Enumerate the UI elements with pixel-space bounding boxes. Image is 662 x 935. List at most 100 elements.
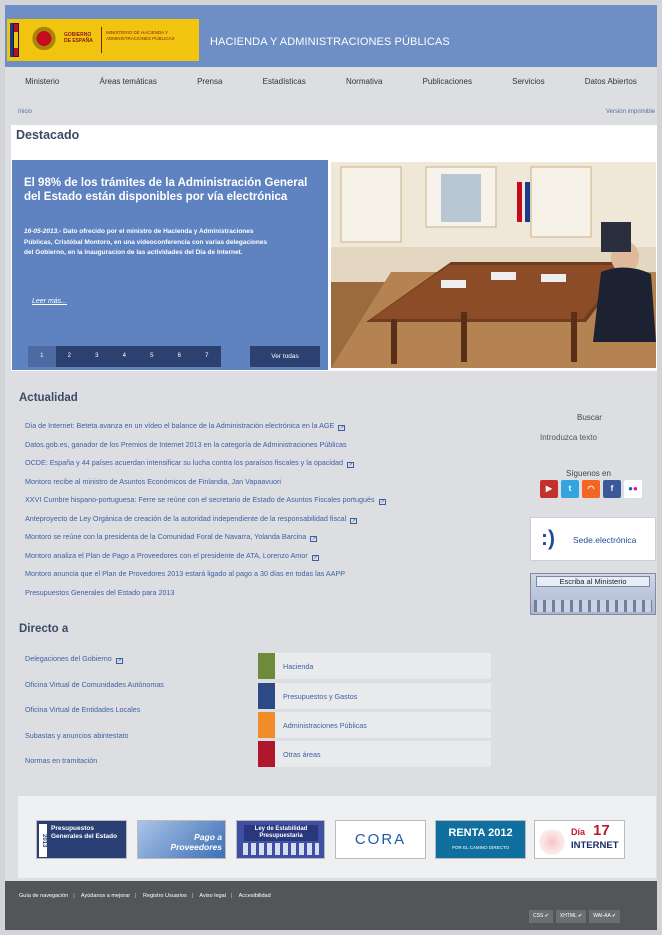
direct-link[interactable]: Oficina Virtual de Comunidades Autónomas [25,680,245,706]
feature-headline[interactable]: El 98% de los trámites de la Administrac… [24,177,314,204]
banner-cora[interactable]: CORA [335,820,426,859]
pager-item[interactable]: 6 [165,346,193,367]
rss-icon[interactable]: ◠ [582,480,600,498]
pager-item[interactable]: 2 [55,346,83,367]
banner-ley-estabilidad[interactable]: Ley de Estabilidad Presupuestaria [236,820,325,859]
nav-item-servicios[interactable]: Servicios [512,77,544,86]
banner-dia-word: Día [571,827,586,837]
footer-separator: | [191,893,194,899]
nav-item-prensa[interactable]: Prensa [197,77,222,86]
news-item[interactable]: Montoro recibe al ministro de Asuntos Ec… [25,477,455,496]
banner-pago-label: Pago a Proveedores [170,832,223,852]
nav-item-normativa[interactable]: Normativa [346,77,382,86]
css-badge[interactable]: CSS ✔ [529,910,553,923]
coat-of-arms-icon [31,25,57,55]
category-swatch [258,653,275,679]
sede-logo-icon: :) [541,527,555,550]
directo-title: Directo a [19,623,69,635]
footer-link-guia[interactable]: Guía de navegación [19,893,68,899]
xhtml-badge[interactable]: XHTML ✔ [555,910,587,923]
category-label: Hacienda [283,662,314,671]
flickr-icon[interactable]: ●● [624,480,642,498]
banner-pge-year: 2013 [39,824,47,857]
header: GOBIERNO DE ESPAÑA MINISTERIO DE HACIEND… [5,5,657,67]
news-item[interactable]: OCDE: España y 44 países acuerdan intens… [25,458,455,477]
direct-links: Delegaciones del Gobierno ↗ Oficina Virtu… [25,654,245,782]
news-item-label: Montoro se reúne con la presidenta de la… [25,532,307,541]
external-link-icon: ↗ [338,425,346,431]
site-title[interactable]: HACIENDA Y ADMINISTRACIONES PÚBLICAS [210,36,450,48]
news-item[interactable]: Montoro analiza el Plan de Pago a Provee… [25,551,455,570]
external-link-icon: ↗ [378,499,386,505]
direct-link-label: Oficina Virtual de Comunidades Autónomas [25,679,164,689]
banner-dia-number: 17 [593,822,610,839]
footer-link-accesibilidad[interactable]: Accesibilidad [239,893,271,899]
category-administraciones[interactable]: Administraciones Públicas [258,712,491,738]
direct-link[interactable]: Oficina Virtual de Entidades Locales [25,705,245,731]
category-swatch [258,683,275,709]
category-otras[interactable]: Otras áreas [258,741,491,767]
banner-pago-proveedores[interactable]: Pago a Proveedores [137,820,226,859]
nav-item-areas[interactable]: Áreas temáticas [100,77,157,86]
direct-link[interactable]: Subastas y anuncios abintestato [25,731,245,757]
category-swatch [258,741,275,767]
escriba-ministerio-banner[interactable]: Escriba al Ministerio [530,573,656,615]
direct-link-label: Normas en tramitación [25,756,98,765]
pager-item[interactable]: 1 [28,346,56,367]
feature-photo[interactable] [331,162,656,368]
footer-link-registro[interactable]: Registro Usuarios [143,893,187,899]
direct-link-label: Subastas y anuncios abintestato [25,730,129,740]
breadcrumb[interactable]: Inicio [18,109,32,115]
print-version-link[interactable]: Versión imprimible [606,109,655,115]
news-item-label: Anteproyecto de Ley Orgánica de creación… [25,513,347,523]
ministerio-label: MINISTERIO DE HACIENDA Y ADMINISTRACIONE… [106,30,175,41]
banner-presupuestos[interactable]: 2013 Presupuestos Generales del Estado [36,820,127,859]
banner-dia-internet[interactable]: Día 17 INTERNET [534,820,625,859]
news-item-label: Montoro anuncia que el Plan de Provedore… [25,569,346,578]
banner-dia-internet-label: INTERNET [571,840,619,851]
news-item[interactable]: Montoro se reúne con la presidenta de la… [25,532,455,551]
pager-item[interactable]: 5 [138,346,166,367]
direct-link[interactable]: Delegaciones del Gobierno ↗ [25,654,245,680]
footer-link-ayudanos[interactable]: Ayúdanos a mejorar [81,893,130,899]
nav-item-publicaciones[interactable]: Publicaciones [423,77,472,86]
nav-item-estadisticas[interactable]: Estadísticas [263,77,306,86]
sede-label: Sede.electrónica [573,535,637,545]
facebook-icon[interactable]: f [603,480,621,498]
see-all-button[interactable]: Ver todas [250,346,320,367]
footer-links: Guía de navegación | Ayúdanos a mejorar | … [19,893,271,899]
banner-renta[interactable]: RENTA 2012 POR EL CAMINO DIRECTO [435,820,526,859]
wai-aa-badge[interactable]: WAI-AA ✔ [589,910,621,923]
banner-pge-label: Presupuestos Generales del Estado [51,825,118,840]
sede-electronica-banner[interactable]: :) Sede.electrónica [530,517,656,561]
nav-item-datos-abiertos[interactable]: Datos Abiertos [585,77,637,86]
main-nav: Ministerio Áreas temáticas Prensa Estadí… [5,67,657,95]
feature-body: 16-05-2013.- Dato ofrecido por el minist… [24,227,276,259]
read-more-link[interactable]: Leer más... [32,298,67,305]
page: GOBIERNO DE ESPAÑA MINISTERIO DE HACIEND… [5,5,657,930]
pager-item[interactable]: 3 [83,346,111,367]
news-item[interactable]: Montoro anuncia que el Plan de Provedore… [25,569,455,588]
twitter-icon[interactable]: t [561,480,579,498]
footer-link-aviso-legal[interactable]: Aviso legal [199,893,226,899]
nav-item-ministerio[interactable]: Ministerio [25,77,59,86]
slide-pager: 1 2 3 4 5 6 7 [28,346,221,367]
category-label: Administraciones Públicas [283,721,367,730]
search-input[interactable]: Introduzca texto [540,433,597,442]
news-item[interactable]: Día de Internet: Beteta avanza en un víd… [25,421,455,440]
building-icon [534,600,652,612]
government-logo[interactable]: GOBIERNO DE ESPAÑA MINISTERIO DE HACIEND… [7,19,199,61]
category-swatch [258,712,275,738]
logo-divider [101,27,102,53]
youtube-icon[interactable]: ▶ [540,480,558,498]
category-presupuestos[interactable]: Presupuestos y Gastos [258,683,491,709]
pager-item[interactable]: 4 [110,346,138,367]
direct-link[interactable]: Normas en tramitación [25,756,245,782]
news-item[interactable]: Datos.gob.es, ganador de los Premios de … [25,440,455,459]
news-item[interactable]: Presupuestos Generales del Estado para 2… [25,588,455,607]
news-item[interactable]: Anteproyecto de Ley Orgánica de creación… [25,514,455,533]
news-item[interactable]: XXVI Cumbre hispano-portuguesa: Ferre se… [25,495,455,514]
category-hacienda[interactable]: Hacienda [258,653,491,679]
pager-item[interactable]: 7 [193,346,221,367]
news-list: Día de Internet: Beteta avanza en un víd… [25,421,455,606]
